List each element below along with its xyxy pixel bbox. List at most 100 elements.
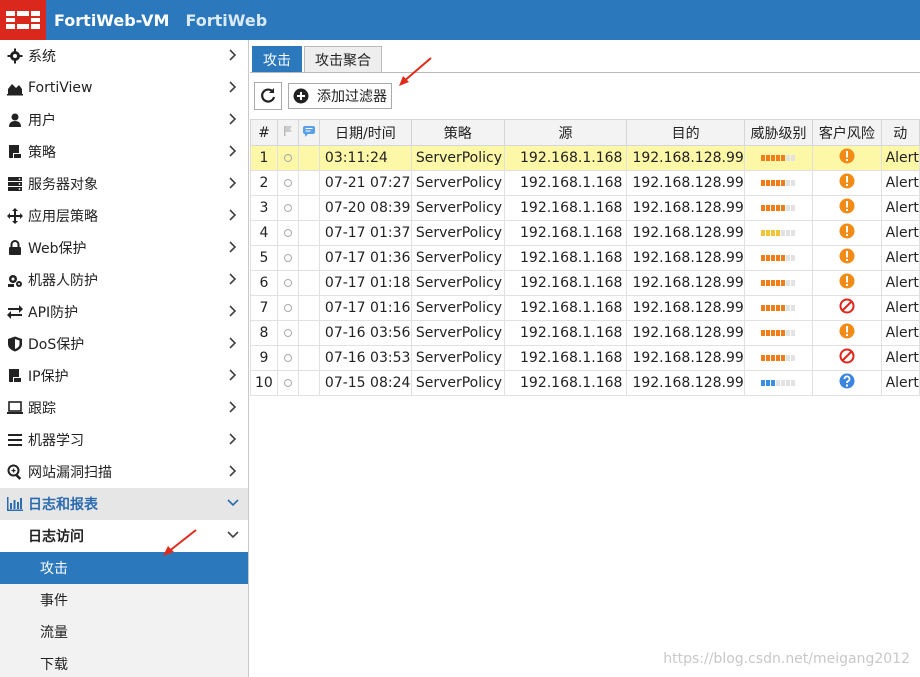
sidebar-subitem-3[interactable]: 下载 <box>0 648 248 677</box>
row-action: Alert <box>880 170 920 196</box>
row-flag[interactable] <box>276 345 299 371</box>
sidebar-item-6[interactable]: Web保护 <box>0 232 248 264</box>
sidebar-item-11[interactable]: 跟踪 <box>0 392 248 424</box>
flag-dot-icon <box>283 204 292 212</box>
row-flag[interactable] <box>276 320 299 346</box>
sidebar-item-12[interactable]: 机器学习 <box>0 424 248 456</box>
chevron-right-icon <box>229 113 237 125</box>
row-comment[interactable] <box>297 270 320 296</box>
sidebar-item-7[interactable]: 机器人防护 <box>0 264 248 296</box>
warning-icon <box>839 323 855 339</box>
col-header-flag[interactable] <box>276 119 299 146</box>
row-threat-level <box>743 195 814 221</box>
table-row[interactable]: 5 07-17 01:36 ServerPolicy 192.168.1.168 192… <box>250 245 920 271</box>
row-destination: 192.168.128.99 <box>626 170 745 196</box>
row-comment[interactable] <box>297 245 320 271</box>
toolbar: 添加过滤器 <box>254 82 392 110</box>
row-number: 3 <box>250 195 278 221</box>
sidebar-item-label: 日志和报表 <box>28 497 98 513</box>
sidebar-item-label: FortiView <box>28 80 93 96</box>
col-header-client-risk[interactable]: 客户风险 <box>812 119 882 146</box>
row-action: Alert <box>880 220 920 246</box>
warning-icon <box>839 148 855 164</box>
fortinet-logo[interactable] <box>0 0 46 40</box>
sidebar-item-1[interactable]: FortiView <box>0 72 248 104</box>
row-flag[interactable] <box>276 295 299 321</box>
refresh-button[interactable] <box>254 82 282 110</box>
table-row[interactable]: 10 07-15 08:24 ServerPolicy 192.168.1.168 19… <box>250 370 920 396</box>
table-row[interactable]: 1 03:11:24 ServerPolicy 192.168.1.168 192.16… <box>250 145 920 171</box>
chevron-right-icon <box>229 145 237 157</box>
sidebar-item-4[interactable]: 服务器对象 <box>0 168 248 200</box>
row-client-risk <box>812 195 882 221</box>
table-row[interactable]: 9 07-16 03:53 ServerPolicy 192.168.1.168 192… <box>250 345 920 371</box>
table-row[interactable]: 6 07-17 01:18 ServerPolicy 192.168.1.168 192… <box>250 270 920 296</box>
sidebar-item-2[interactable]: 用户 <box>0 104 248 136</box>
sidebar-subitem-2[interactable]: 流量 <box>0 616 248 648</box>
sidebar-item-13[interactable]: 网站漏洞扫描 <box>0 456 248 488</box>
threat-level-bar <box>761 180 796 186</box>
warning-icon <box>839 198 855 214</box>
table-row[interactable]: 2 07-21 07:27 ServerPolicy 192.168.1.168 192… <box>250 170 920 196</box>
bar-chart-icon <box>7 497 23 511</box>
chevron-down-icon <box>227 499 239 507</box>
sidebar-item-label: 跟踪 <box>28 401 56 417</box>
sidebar-subitem-label: 下载 <box>40 657 68 673</box>
sidebar-item-0[interactable]: 系统 <box>0 40 248 72</box>
row-action: Alert <box>880 145 920 171</box>
row-flag[interactable] <box>276 245 299 271</box>
col-header-action[interactable]: 动 <box>880 119 920 146</box>
col-header-num[interactable]: # <box>250 119 278 146</box>
col-header-destination[interactable]: 目的 <box>626 119 745 146</box>
table-row[interactable]: 4 07-17 01:37 ServerPolicy 192.168.1.168 192… <box>250 220 920 246</box>
row-comment[interactable] <box>297 320 320 346</box>
table-row[interactable]: 8 07-16 03:56 ServerPolicy 192.168.1.168 192… <box>250 320 920 346</box>
chevron-right-icon <box>229 209 237 221</box>
row-comment[interactable] <box>297 145 320 171</box>
sidebar-item-log-report[interactable]: 日志和报表 <box>0 488 248 520</box>
add-filter-button[interactable]: 添加过滤器 <box>288 83 392 109</box>
row-number: 8 <box>250 320 278 346</box>
row-flag[interactable] <box>276 370 299 396</box>
table-row[interactable]: 3 07-20 08:39 ServerPolicy 192.168.1.168 192… <box>250 195 920 221</box>
row-threat-level <box>743 320 814 346</box>
tab-attack[interactable]: 攻击 <box>252 46 302 72</box>
row-comment[interactable] <box>297 370 320 396</box>
col-header-date[interactable]: 日期/时间 <box>318 119 412 146</box>
sidebar-item-10[interactable]: IP保护 <box>0 360 248 392</box>
row-flag[interactable] <box>276 145 299 171</box>
warning-icon <box>839 223 855 239</box>
sidebar-item-5[interactable]: 应用层策略 <box>0 200 248 232</box>
row-comment[interactable] <box>297 170 320 196</box>
sidebar-subitem-0[interactable]: 攻击 <box>0 552 248 584</box>
tab-attack-aggregate[interactable]: 攻击聚合 <box>304 46 382 72</box>
sidebar-item-8[interactable]: API防护 <box>0 296 248 328</box>
row-destination: 192.168.128.99 <box>626 220 745 246</box>
row-flag[interactable] <box>276 195 299 221</box>
row-destination: 192.168.128.99 <box>626 145 745 171</box>
row-flag[interactable] <box>276 220 299 246</box>
chevron-right-icon <box>229 337 237 349</box>
flag-dot-icon <box>283 179 292 187</box>
row-comment[interactable] <box>297 345 320 371</box>
shield-icon <box>8 336 22 352</box>
sidebar-item-3[interactable]: 策略 <box>0 136 248 168</box>
row-flag[interactable] <box>276 270 299 296</box>
row-destination: 192.168.128.99 <box>626 345 745 371</box>
chevron-right-icon <box>229 401 237 413</box>
col-header-source[interactable]: 源 <box>503 119 628 146</box>
sidebar-item-9[interactable]: DoS保护 <box>0 328 248 360</box>
col-header-threat-level[interactable]: 威胁级别 <box>743 119 814 146</box>
row-flag[interactable] <box>276 170 299 196</box>
sidebar-item-log-access[interactable]: 日志访问 <box>0 520 248 552</box>
row-client-risk <box>812 270 882 296</box>
row-comment[interactable] <box>297 220 320 246</box>
row-comment[interactable] <box>297 295 320 321</box>
table-row[interactable]: 7 07-17 01:16 ServerPolicy 192.168.1.168 192… <box>250 295 920 321</box>
col-header-comment[interactable] <box>297 119 320 146</box>
row-comment[interactable] <box>297 195 320 221</box>
flag-dot-icon <box>283 304 292 312</box>
sidebar-subitem-1[interactable]: 事件 <box>0 584 248 616</box>
row-date: 07-20 08:39 <box>318 195 412 221</box>
col-header-policy[interactable]: 策略 <box>410 119 505 146</box>
